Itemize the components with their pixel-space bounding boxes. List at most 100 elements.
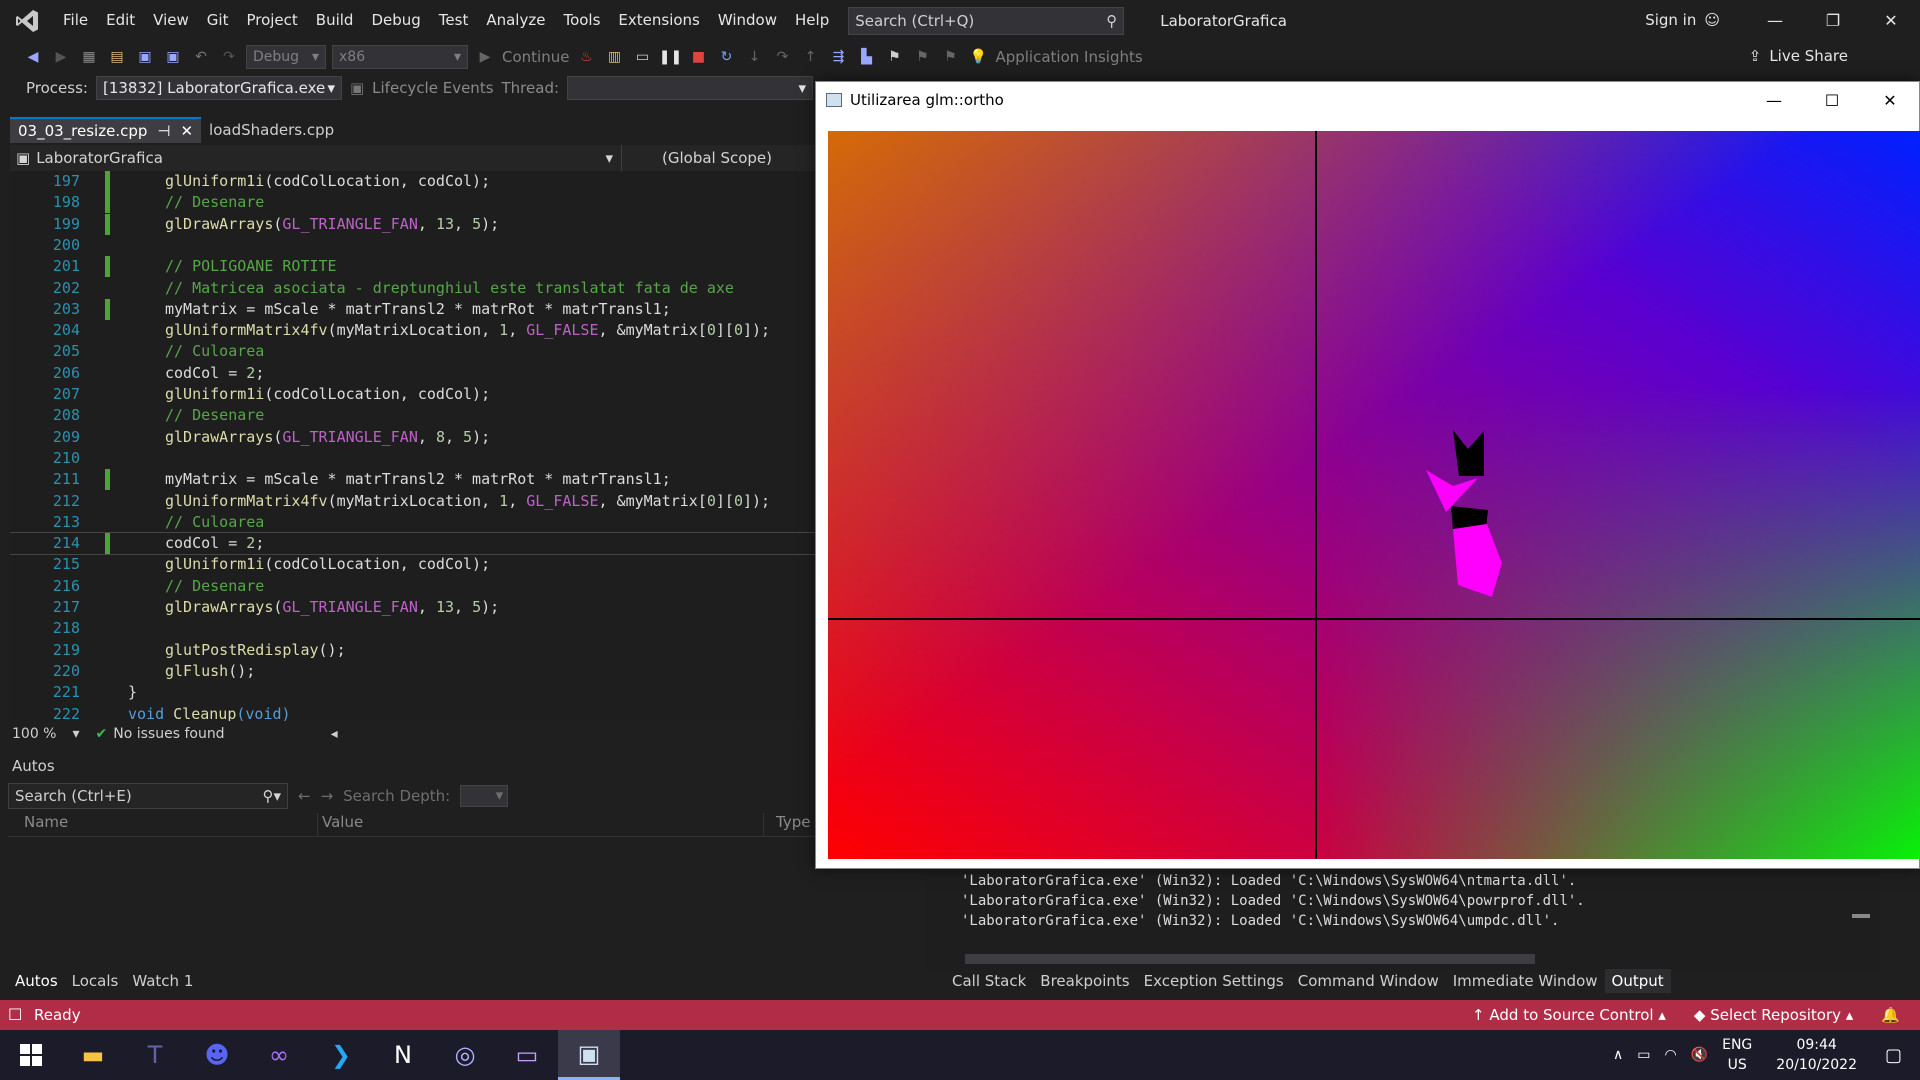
opengl-minimize-button[interactable]: — <box>1745 82 1803 118</box>
code-line[interactable]: 203 myMatrix = mScale * matrTransl2 * mat… <box>10 298 815 320</box>
volume-muted-icon[interactable]: 🔇 <box>1691 1047 1708 1063</box>
zoom-level[interactable]: 100 % <box>12 726 56 742</box>
code-line[interactable]: 210 <box>10 448 815 469</box>
process-select[interactable]: [13832] LaboratorGrafica.exe ▾ <box>95 76 342 100</box>
tab-immediate-window[interactable]: Immediate Window <box>1446 969 1605 993</box>
battery-icon[interactable]: ▭ <box>1637 1047 1650 1063</box>
menu-file[interactable]: File <box>54 0 97 41</box>
menu-test[interactable]: Test <box>430 0 478 41</box>
new-project-icon[interactable]: ▦ <box>78 46 100 68</box>
column-name[interactable]: Name <box>8 813 318 836</box>
menu-extensions[interactable]: Extensions <box>609 0 708 41</box>
tab-load-shaders[interactable]: loadShaders.cpp <box>201 117 342 143</box>
code-line[interactable]: 209 glDrawArrays(GL_TRIANGLE_FAN, 8, 5); <box>10 427 815 448</box>
output-horizontal-scrollbar[interactable] <box>965 954 1535 964</box>
code-line[interactable]: 220 glFlush(); <box>10 661 815 682</box>
visual-studio-logo-icon[interactable] <box>0 0 54 41</box>
configuration-select[interactable]: Debug ▾ <box>246 45 326 69</box>
code-editor[interactable]: 197 glUniform1i(codColLocation, codCol); 1… <box>10 171 815 721</box>
code-line[interactable]: 206 codCol = 2; <box>10 363 815 384</box>
code-line[interactable]: 201 // POLIGOANE ROTITE <box>10 256 815 278</box>
bookmark-icon[interactable]: ⚑ <box>883 46 905 68</box>
menu-window[interactable]: Window <box>709 0 786 41</box>
navigate-forward-icon[interactable]: ▶ <box>50 46 72 68</box>
column-type[interactable]: Type <box>764 813 810 836</box>
windows-start-icon[interactable] <box>0 1030 62 1080</box>
tab-breakpoints[interactable]: Breakpoints <box>1033 969 1136 993</box>
global-search-box[interactable]: Search (Ctrl+Q) ⚲ <box>848 6 1125 35</box>
tab-03-03-resize[interactable]: 03_03_resize.cpp ⊣ ✕ <box>10 117 202 143</box>
code-line[interactable]: 211 myMatrix = mScale * matrTransl2 * mat… <box>10 469 815 491</box>
code-line[interactable]: 215 glUniform1i(codColLocation, codCol); <box>10 554 815 575</box>
pause-icon[interactable]: ❚❚ <box>659 46 682 68</box>
notifications-bell-icon[interactable]: 🔔 <box>1881 1006 1900 1024</box>
forward-arrow-icon[interactable]: → <box>321 787 334 805</box>
menu-git[interactable]: Git <box>198 0 238 41</box>
restore-button[interactable]: ❐ <box>1804 0 1862 41</box>
code-line[interactable]: 217 glDrawArrays(GL_TRIANGLE_FAN, 13, 5); <box>10 597 815 618</box>
insights-icon[interactable]: 💡 <box>967 46 989 68</box>
lifecycle-events-button[interactable]: Lifecycle Events <box>372 79 493 97</box>
opengl-close-button[interactable]: ✕ <box>1861 82 1919 118</box>
code-line[interactable]: 219 glutPostRedisplay(); <box>10 640 815 661</box>
chevron-down-icon[interactable]: ▾ <box>72 726 79 742</box>
chrome-icon[interactable]: ◎ <box>434 1030 496 1080</box>
menu-debug[interactable]: Debug <box>362 0 429 41</box>
code-line[interactable]: 214 codCol = 2; <box>10 532 815 556</box>
tab-exception-settings[interactable]: Exception Settings <box>1137 969 1291 993</box>
minimize-button[interactable]: — <box>1746 0 1804 41</box>
thread-select[interactable]: ▾ <box>567 76 814 100</box>
menu-tools[interactable]: Tools <box>554 0 609 41</box>
code-line[interactable]: 222 void Cleanup(void) <box>10 704 815 722</box>
select-repository-button[interactable]: ◆ Select Repository ▴ <box>1694 1006 1853 1024</box>
menu-build[interactable]: Build <box>307 0 363 41</box>
tab-locals[interactable]: Locals <box>65 969 126 993</box>
project-dropdown[interactable]: ▣ LaboratorGrafica ▾ <box>10 145 622 171</box>
close-button[interactable]: ✕ <box>1862 0 1920 41</box>
hex-display-icon[interactable]: ⇶ <box>827 46 849 68</box>
open-file-icon[interactable]: ▤ <box>106 46 128 68</box>
browse-icon[interactable]: ▥ <box>603 46 625 68</box>
undo-icon[interactable]: ↶ <box>190 46 212 68</box>
opengl-window[interactable]: Utilizarea glm::ortho — ☐ ✕ <box>815 81 1920 869</box>
application-insights-button[interactable]: Application Insights <box>995 48 1142 66</box>
live-share-button[interactable]: ⇪ Live Share <box>1749 47 1848 65</box>
wifi-icon[interactable]: ◠ <box>1664 1047 1676 1063</box>
teams-icon[interactable]: T <box>124 1030 186 1080</box>
code-line[interactable]: 202 // Matricea asociata - dreptunghiul e… <box>10 278 815 299</box>
scroll-left-icon[interactable]: ◂ <box>331 726 338 742</box>
step-out-icon[interactable]: ↑ <box>799 46 821 68</box>
file-explorer-icon[interactable]: ▬ <box>62 1030 124 1080</box>
code-line[interactable]: 205 // Culoarea <box>10 341 815 362</box>
tab-call-stack[interactable]: Call Stack <box>945 969 1033 993</box>
scope-dropdown[interactable]: (Global Scope) <box>622 145 815 171</box>
menu-edit[interactable]: Edit <box>97 0 144 41</box>
code-line[interactable]: 212 glUniformMatrix4fv(myMatrixLocation, … <box>10 491 815 512</box>
issues-status[interactable]: No issues found <box>113 726 224 742</box>
step-over-icon[interactable]: ↷ <box>771 46 793 68</box>
code-line[interactable]: 198 // Desenare <box>10 192 815 214</box>
terminal-icon[interactable]: ▭ <box>496 1030 558 1080</box>
add-source-control-button[interactable]: ↑ Add to Source Control ▴ <box>1472 1006 1666 1024</box>
pin-icon[interactable]: ⊣ <box>157 122 170 140</box>
code-line[interactable]: 216 // Desenare <box>10 576 815 597</box>
output-scroll-thumb[interactable] <box>1852 914 1870 918</box>
navigate-back-icon[interactable]: ◀ <box>22 46 44 68</box>
stop-icon[interactable]: ■ <box>687 46 709 68</box>
show-threads-icon[interactable]: ▙ <box>855 46 877 68</box>
menu-view[interactable]: View <box>144 0 198 41</box>
tab-autos[interactable]: Autos <box>8 969 65 993</box>
visual-studio-icon[interactable]: ∞ <box>248 1030 310 1080</box>
code-line[interactable]: 199 glDrawArrays(GL_TRIANGLE_FAN, 13, 5); <box>10 213 815 235</box>
code-line[interactable]: 213 // Culoarea <box>10 512 815 533</box>
save-icon[interactable]: ▣ <box>134 46 156 68</box>
opengl-maximize-button[interactable]: ☐ <box>1803 82 1861 118</box>
continue-play-icon[interactable]: ▶ <box>474 46 496 68</box>
continue-button[interactable]: Continue <box>502 48 569 66</box>
menu-help[interactable]: Help <box>786 0 838 41</box>
glut-window-icon[interactable]: ▣ <box>558 1030 620 1080</box>
tab-watch-1[interactable]: Watch 1 <box>125 969 200 993</box>
code-line[interactable]: 204 glUniformMatrix4fv(myMatrixLocation, … <box>10 320 815 341</box>
close-tab-icon[interactable]: ✕ <box>180 122 193 140</box>
step-into-icon[interactable]: ↓ <box>743 46 765 68</box>
